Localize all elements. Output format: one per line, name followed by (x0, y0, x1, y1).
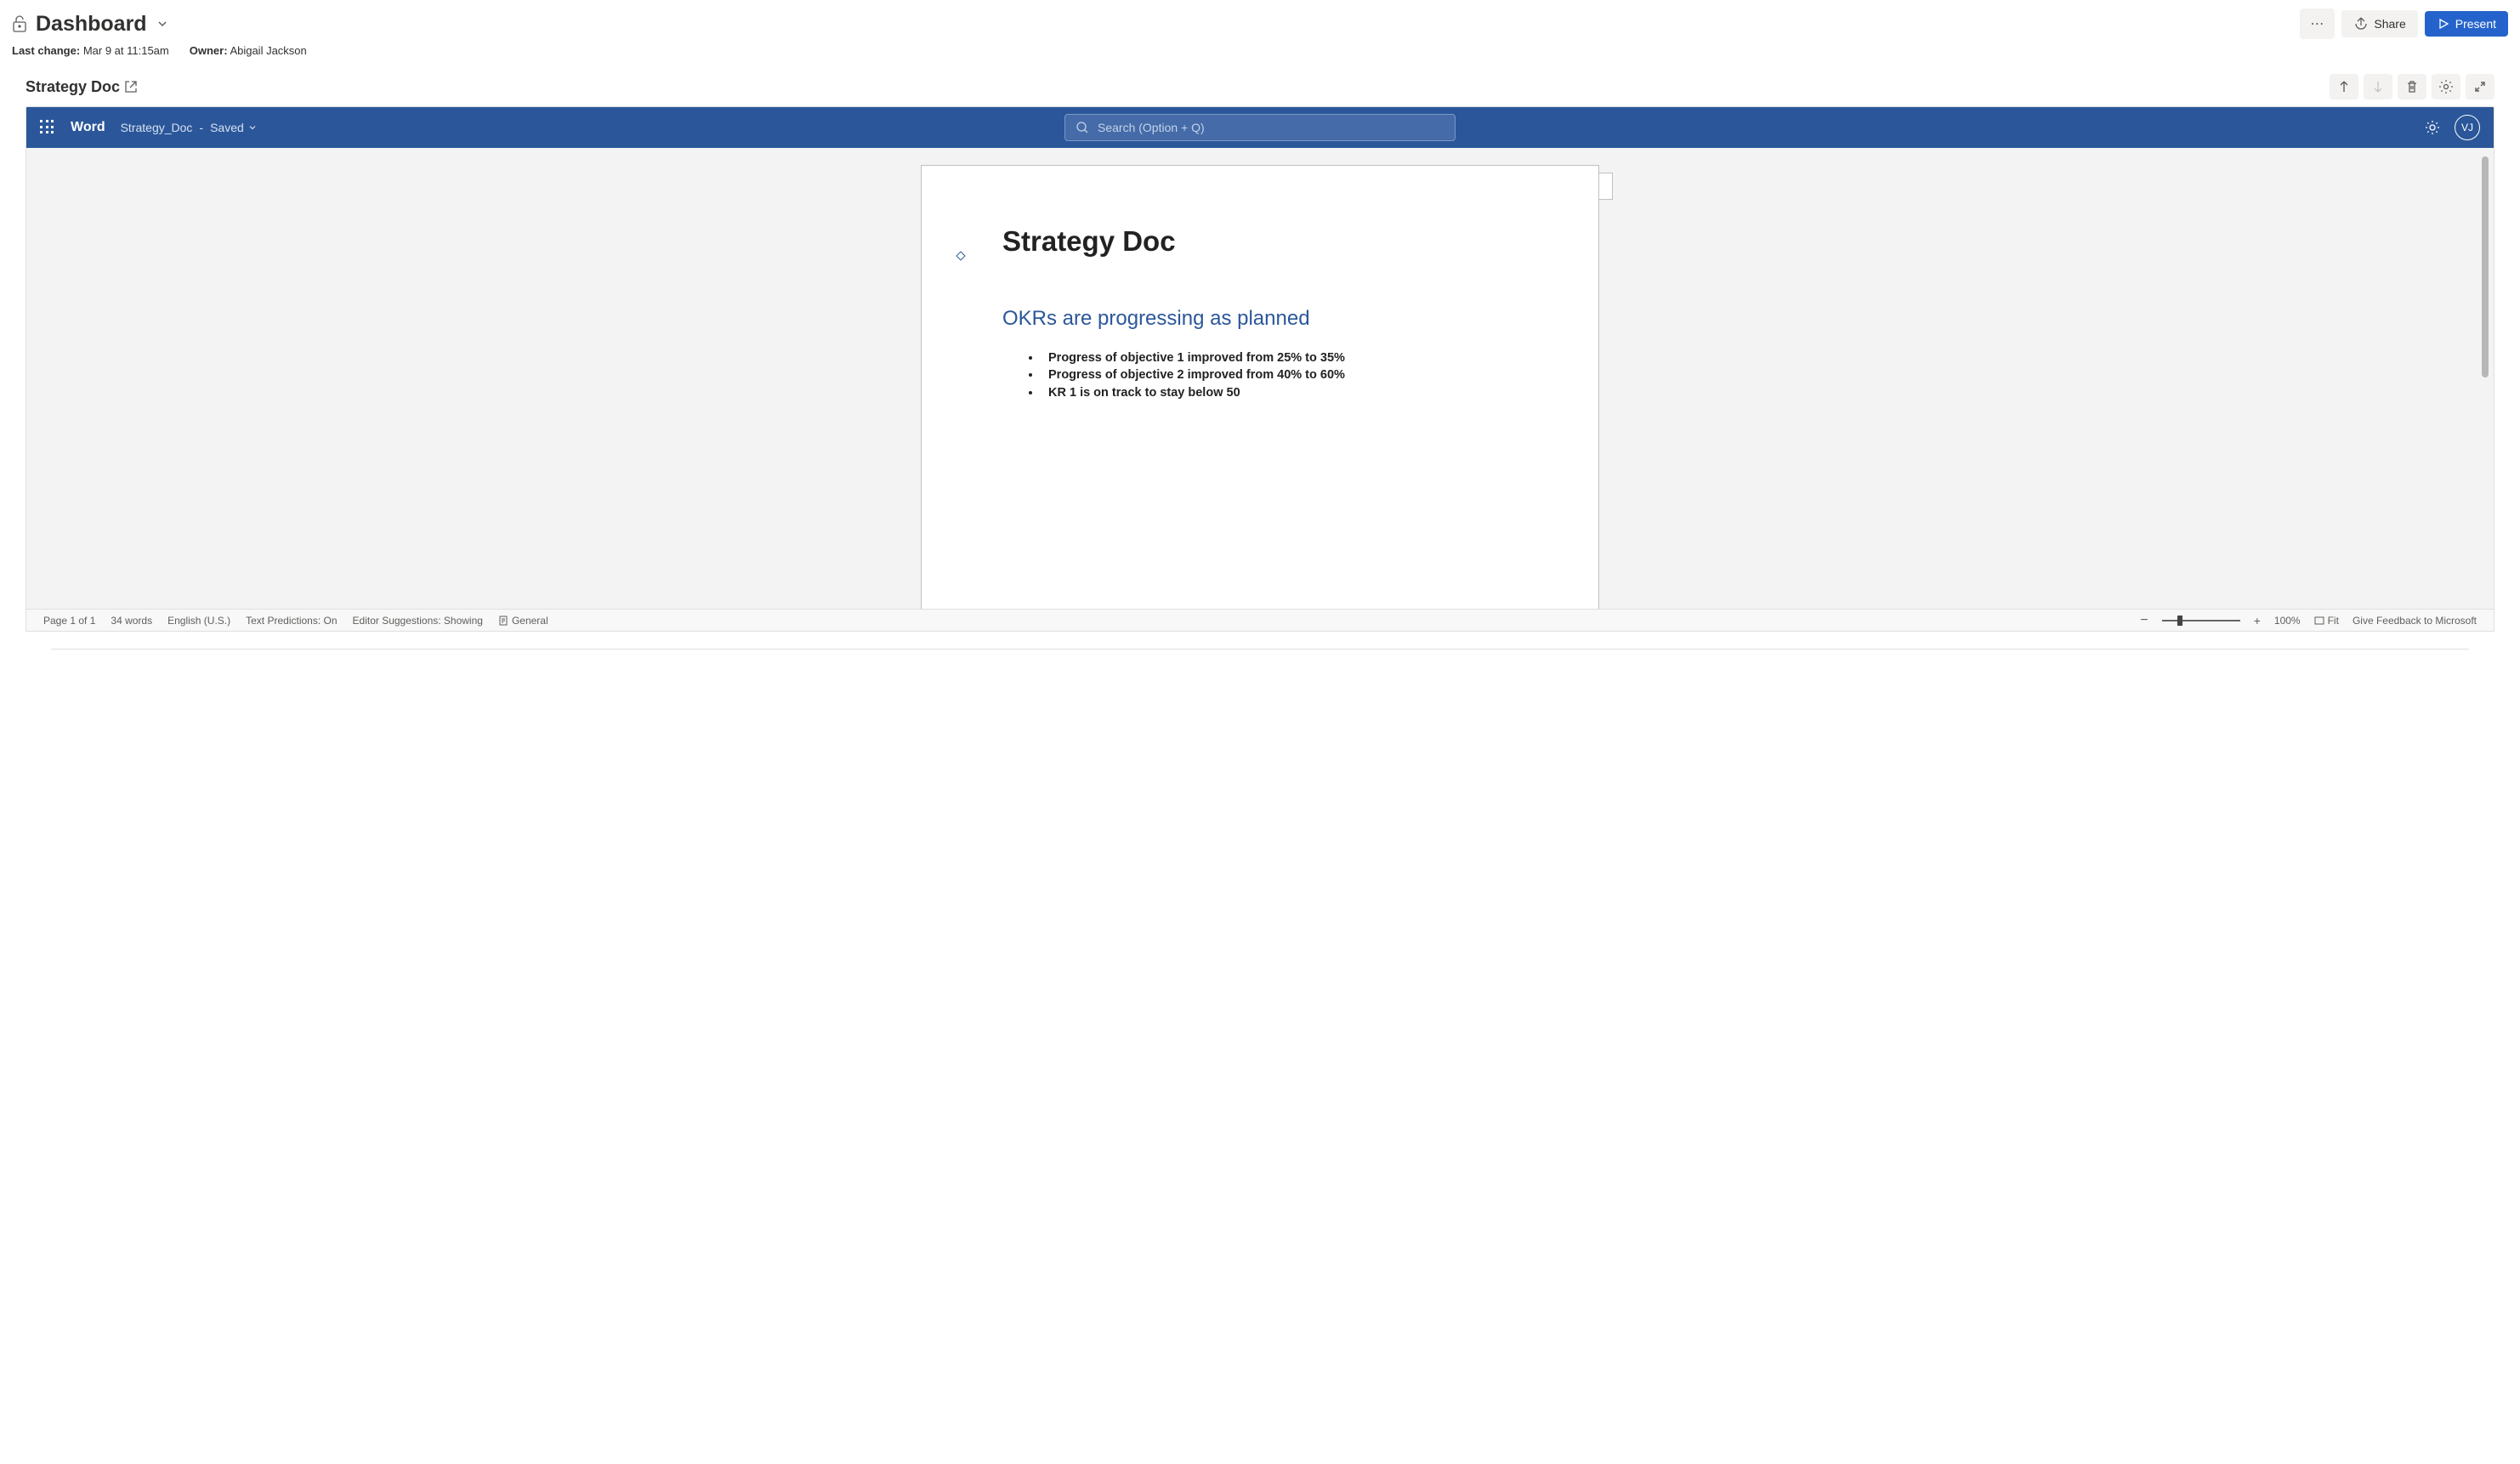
doc-heading1[interactable]: Strategy Doc (1002, 225, 1518, 258)
zoom-thumb[interactable] (2177, 616, 2182, 626)
list-item[interactable]: KR 1 is on track to stay below 50 (1041, 384, 1518, 401)
present-label: Present (2455, 17, 2496, 31)
diamond-marker-icon (956, 251, 965, 260)
search-icon (1076, 121, 1089, 134)
document-page[interactable]: Strategy Doc OKRs are progressing as pla… (921, 165, 1599, 609)
move-up-button[interactable] (2330, 74, 2358, 99)
share-label: Share (2374, 17, 2405, 31)
more-icon: ⋯ (2310, 15, 2324, 32)
more-button[interactable]: ⋯ (2300, 9, 2335, 39)
status-general[interactable]: General (498, 615, 548, 627)
overflow-handle[interactable] (1599, 173, 1613, 200)
expand-button[interactable] (2466, 74, 2494, 99)
doc-heading2[interactable]: OKRs are progressing as planned (1002, 307, 1518, 331)
feedback-link[interactable]: Give Feedback to Microsoft (2353, 615, 2477, 627)
zoom-out-icon[interactable]: − (2140, 614, 2148, 627)
app-launcher-icon[interactable] (40, 120, 55, 135)
word-separator: - (196, 121, 207, 134)
zoom-level[interactable]: 100% (2274, 615, 2301, 627)
share-icon (2353, 16, 2369, 31)
gear-icon[interactable] (2424, 119, 2441, 136)
status-general-label: General (512, 615, 548, 627)
zoom-slider[interactable] (2162, 620, 2240, 621)
last-change-value: Mar 9 at 11:15am (83, 44, 169, 57)
unlock-icon (12, 15, 27, 32)
delete-button[interactable] (2398, 74, 2426, 99)
fit-icon (2314, 616, 2324, 626)
section-title: Strategy Doc (26, 78, 120, 96)
document-viewport[interactable]: Strategy Doc OKRs are progressing as pla… (26, 148, 2494, 609)
fit-button[interactable]: Fit (2314, 615, 2339, 627)
status-page[interactable]: Page 1 of 1 (43, 615, 95, 627)
play-icon (2437, 17, 2450, 31)
page-title: Dashboard (36, 12, 147, 37)
word-embed: Word Strategy_Doc - Saved (26, 106, 2494, 632)
scrollbar[interactable] (2482, 156, 2489, 377)
status-language[interactable]: English (U.S.) (167, 615, 230, 627)
avatar-initials: VJ (2461, 122, 2473, 133)
search-input[interactable]: Search (Option + Q) (1064, 114, 1456, 141)
fit-label: Fit (2328, 615, 2339, 627)
owner-value: Abigail Jackson (230, 44, 306, 57)
divider (51, 649, 2469, 650)
share-button[interactable]: Share (2341, 10, 2417, 37)
search-placeholder: Search (Option + Q) (1098, 121, 1205, 134)
last-change-label: Last change: (12, 44, 80, 57)
word-filename[interactable]: Strategy_Doc (121, 121, 193, 134)
settings-button[interactable] (2432, 74, 2460, 99)
status-editor-suggestions[interactable]: Editor Suggestions: Showing (353, 615, 483, 627)
doc-bullet-list[interactable]: Progress of objective 1 improved from 25… (1002, 349, 1518, 401)
status-text-predictions[interactable]: Text Predictions: On (246, 615, 337, 627)
owner-label: Owner: (190, 44, 228, 57)
page-icon (498, 616, 508, 626)
status-words[interactable]: 34 words (111, 615, 152, 627)
external-link-icon[interactable] (123, 79, 139, 94)
move-down-button[interactable] (2364, 74, 2392, 99)
avatar[interactable]: VJ (2455, 115, 2480, 140)
list-item[interactable]: Progress of objective 1 improved from 25… (1041, 349, 1518, 366)
word-save-state[interactable]: Saved (210, 121, 244, 134)
present-button[interactable]: Present (2425, 11, 2508, 37)
chevron-down-icon[interactable] (247, 122, 258, 133)
word-brand[interactable]: Word (71, 120, 105, 135)
chevron-down-icon[interactable] (156, 17, 169, 31)
zoom-in-icon[interactable]: + (2254, 615, 2261, 627)
list-item[interactable]: Progress of objective 2 improved from 40… (1041, 366, 1518, 383)
